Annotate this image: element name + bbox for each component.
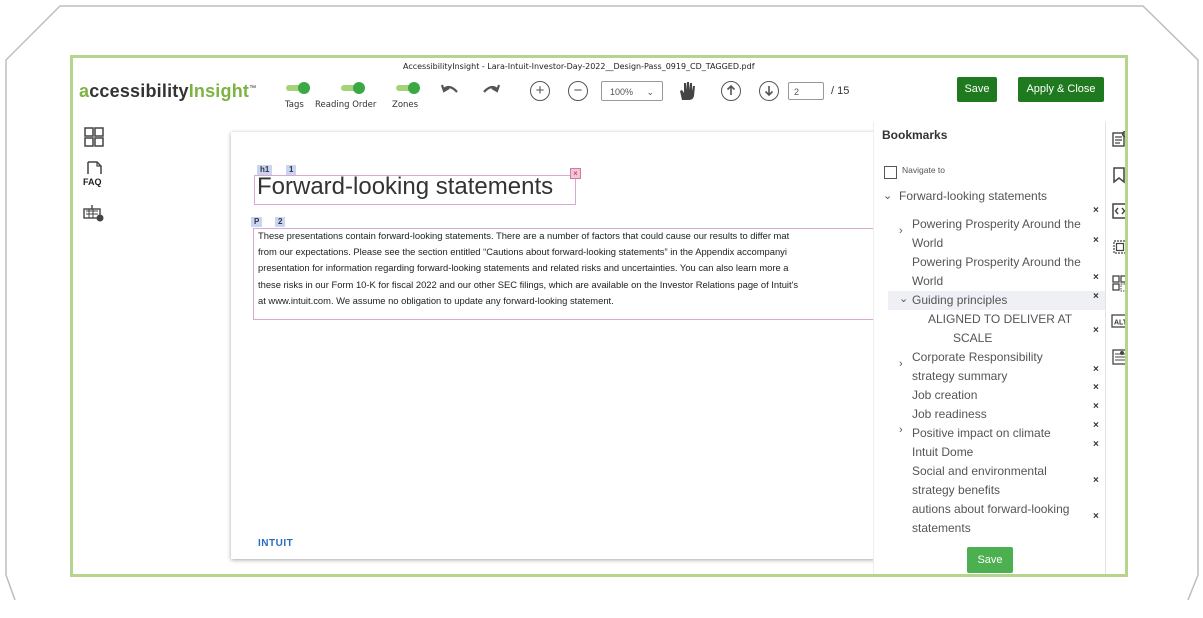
svg-text:FAQ: FAQ [83,177,102,187]
remove-bookmark-icon[interactable]: × [1093,364,1099,375]
bookmark-item[interactable]: Job creation [912,386,977,405]
faq-icon[interactable]: FAQ [82,160,106,187]
apply-close-button[interactable]: Apply & Close [1018,77,1104,102]
page-heading: Forward-looking statements [257,173,554,200]
bookmark-icon[interactable] [1111,166,1125,184]
chevron-down-icon[interactable]: ⌄ [883,189,892,202]
left-toolbar: FAQ [73,122,118,574]
remove-bookmark-icon[interactable]: × [1093,235,1099,246]
app-window: accessibilityInsight™ AccessibilityInsig… [70,55,1128,577]
document-title: AccessibilityInsight - Lara-Intuit-Inves… [403,62,755,71]
bookmark-root[interactable]: Forward-looking statements [899,187,1047,206]
table-editor-icon[interactable] [1111,348,1125,365]
bookmarks-panel: Bookmarks Navigate to ⌄ Forward-looking … [873,122,1106,574]
chevron-right-icon[interactable]: › [899,424,903,436]
page-total: / 15 [831,85,850,97]
reading-order-toggle[interactable] [339,82,365,94]
bookmark-item[interactable]: Job readiness [912,405,987,424]
zones-toggle[interactable] [394,82,420,94]
remove-bookmark-icon[interactable]: × [1093,420,1099,431]
layout-zones-icon[interactable] [1111,274,1125,292]
next-page-icon[interactable] [759,81,779,101]
remove-bookmark-icon[interactable]: × [1093,205,1099,216]
zoom-select[interactable]: 100% ⌄ [601,81,663,101]
bookmark-item-cont[interactable]: World [912,234,943,253]
remove-bookmark-icon[interactable]: × [1093,439,1099,450]
remove-bookmark-icon[interactable]: × [1093,401,1099,412]
bookmark-item[interactable]: Powering Prosperity Around the [912,253,1081,272]
bookmark-item[interactable]: Guiding principles [912,291,1007,310]
keyboard-settings-icon[interactable] [82,202,106,226]
p-tag-label[interactable]: P [251,217,263,227]
bookmarks-save-button[interactable]: Save [967,547,1013,573]
intuit-logo: INTUIT [258,538,294,549]
remove-bookmark-icon[interactable]: × [1093,272,1099,283]
reading-order-toggle-label: Reading Order [315,100,377,110]
redo-icon[interactable] [480,80,502,102]
save-button[interactable]: Save [957,77,997,102]
bookmark-item[interactable]: Powering Prosperity Around the [912,215,1081,234]
tags-toggle-label: Tags [285,100,304,110]
paragraph-text: These presentations contain forward-look… [258,230,799,306]
chevron-right-icon[interactable]: › [899,358,903,370]
bookmark-item-cont[interactable]: World [912,272,943,291]
zoom-out-icon[interactable]: − [568,81,588,101]
pan-hand-icon[interactable] [676,80,698,102]
chevron-right-icon[interactable]: › [899,225,903,237]
bookmark-item[interactable]: Corporate Responsibility [912,348,1043,367]
remove-bookmark-icon[interactable]: × [1093,511,1099,522]
image-region-icon[interactable] [1111,238,1125,254]
chevron-down-icon[interactable]: ⌄ [899,292,908,305]
tags-toggle[interactable] [284,82,310,94]
bookmark-item[interactable]: Positive impact on climate [912,424,1051,443]
thumbnails-grid-icon[interactable] [82,126,106,150]
bookmark-item[interactable]: autions about forward-looking [912,500,1069,519]
navigate-to-checkbox[interactable] [884,166,897,179]
undo-icon[interactable] [439,80,461,102]
bookmark-item[interactable]: Social and environmental [912,462,1047,481]
svg-text:ALT: ALT [1114,320,1128,327]
bookmark-item[interactable]: Intuit Dome [912,443,973,462]
alt-text-icon[interactable]: ALT [1111,312,1128,328]
bookmark-item[interactable]: ALIGNED TO DELIVER AT [928,310,1072,329]
bookmark-item-cont[interactable]: SCALE [953,329,992,348]
document-properties-icon[interactable] [1111,130,1125,147]
document-canvas: h1 1 Forward-looking statements × P 2 Th… [117,122,891,574]
top-toolbar: accessibilityInsight™ AccessibilityInsig… [73,58,1125,122]
previous-page-icon[interactable] [721,81,741,101]
bookmark-item-cont[interactable]: strategy summary [912,367,1007,386]
app-logo: accessibilityInsight™ [79,81,257,101]
bookmark-item-cont[interactable]: strategy benefits [912,481,1000,500]
pdf-page: h1 1 Forward-looking statements × P 2 Th… [231,132,891,559]
bookmark-item-cont[interactable]: statements [912,519,971,538]
chevron-down-icon: ⌄ [646,87,654,97]
zones-toggle-label: Zones [392,100,419,110]
remove-bookmark-icon[interactable]: × [1093,475,1099,486]
remove-bookmark-icon[interactable]: × [1093,382,1099,393]
page-number-input[interactable]: 2 [788,82,824,100]
navigate-to-label: Navigate to [902,165,945,175]
zoom-in-icon[interactable]: + [530,81,550,101]
remove-tag-icon[interactable]: × [570,168,581,179]
remove-bookmark-icon[interactable]: × [1093,291,1099,302]
right-toolbar: ALT [1105,122,1128,574]
bookmarks-title: Bookmarks [882,128,948,142]
remove-bookmark-icon[interactable]: × [1093,325,1099,336]
code-tags-icon[interactable] [1111,202,1125,219]
p-order-label[interactable]: 2 [275,217,286,227]
